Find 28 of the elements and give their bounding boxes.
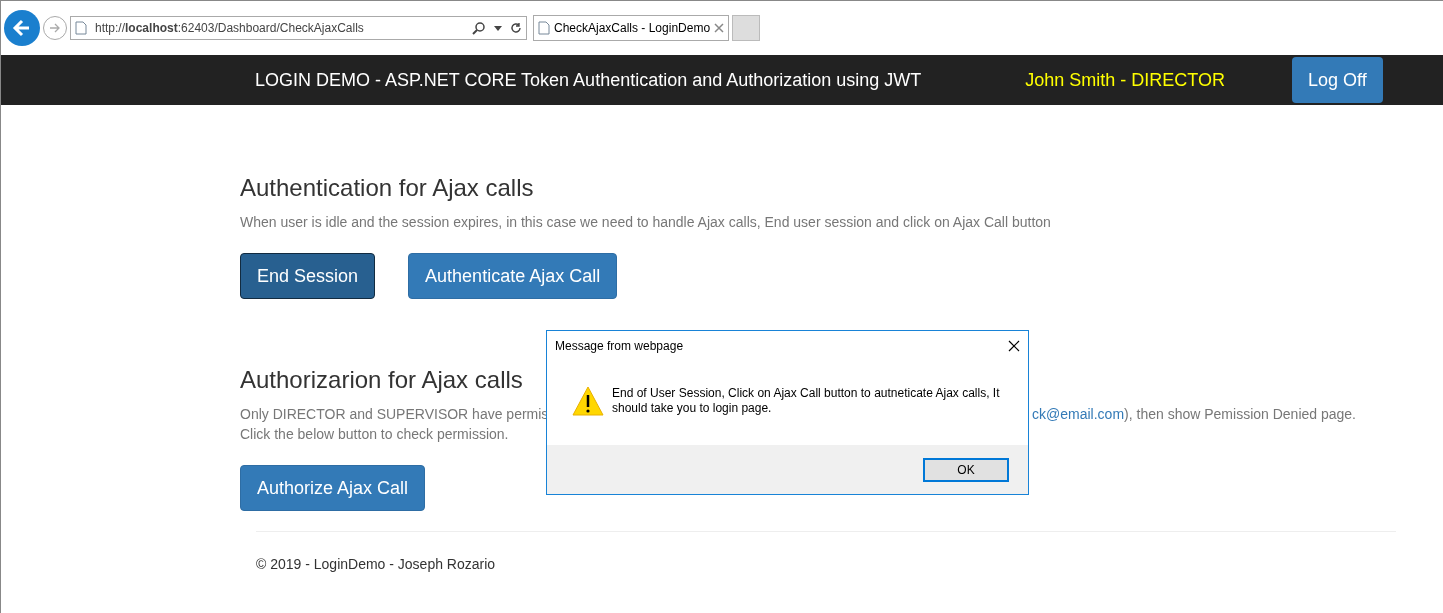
- footer-text: © 2019 - LoginDemo - Joseph Rozario: [256, 556, 496, 572]
- close-icon[interactable]: [1008, 340, 1020, 352]
- browser-tab[interactable]: CheckAjaxCalls - LoginDemo: [533, 15, 730, 41]
- description-text: When user is idle and the session expires, in this case we need to handle Ajax calls, End user session and click on Ajax Call button: [240, 213, 1051, 232]
- description-text: ), then show Pemission Denied page.: [1124, 405, 1356, 424]
- ok-button[interactable]: OK: [923, 457, 1009, 482]
- page-icon: [538, 21, 550, 35]
- section-heading: Authorizarion for Ajax calls: [240, 365, 523, 395]
- dialog-title: Message from webpage: [555, 338, 684, 355]
- user-name: John Smith - DIRECTOR: [1025, 68, 1226, 92]
- search-icon[interactable]: [472, 21, 486, 35]
- section-heading: Authentication for Ajax calls: [240, 173, 534, 203]
- log-off-button[interactable]: Log Off: [1292, 57, 1383, 103]
- dialog-message: End of User Session, Click on Ajax Call button to autneticate Ajax calls, It should take you to login page.: [612, 386, 1001, 416]
- tab-title: CheckAjaxCalls - LoginDemo: [554, 20, 711, 37]
- address-bar[interactable]: http://localhost:62403/Dashboard/CheckAjaxCalls: [70, 16, 527, 40]
- dropdown-icon[interactable]: [494, 25, 502, 31]
- page-icon: [75, 21, 87, 35]
- email-link[interactable]: ck@email.com: [1032, 404, 1125, 424]
- action-button[interactable]: Authorize Ajax Call: [240, 465, 426, 511]
- action-button[interactable]: End Session: [240, 253, 376, 299]
- navbar-title: LOGIN DEMO - ASP.NET CORE Token Authentication and Authorization using JWT: [255, 68, 922, 92]
- back-button[interactable]: [4, 10, 40, 46]
- action-button[interactable]: Authenticate Ajax Call: [408, 253, 618, 299]
- description-text: Click the below button to check permission.: [240, 425, 509, 444]
- arrow-right-icon: [48, 21, 62, 35]
- refresh-icon[interactable]: [510, 22, 522, 34]
- warning-icon: [572, 386, 604, 416]
